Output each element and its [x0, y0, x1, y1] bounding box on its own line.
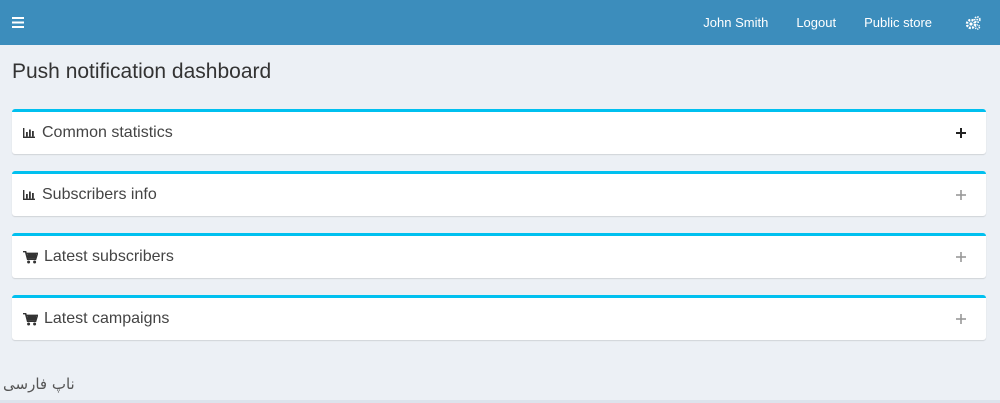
sidebar-toggle-button[interactable] — [0, 0, 36, 45]
cart-icon — [22, 250, 38, 264]
user-name-link[interactable]: John Smith — [689, 0, 782, 45]
expand-plus-icon[interactable] — [954, 126, 968, 140]
expand-plus-icon[interactable] — [954, 188, 968, 202]
expand-plus-icon[interactable] — [954, 312, 968, 326]
box-common-statistics[interactable]: Common statistics — [12, 109, 986, 154]
box-latest-campaigns[interactable]: Latest campaigns — [12, 295, 986, 340]
bar-chart-icon — [22, 190, 36, 200]
box-title: Common statistics — [42, 124, 173, 141]
bar-chart-icon — [22, 128, 36, 138]
gears-icon — [965, 15, 981, 30]
box-latest-subscribers[interactable]: Latest subscribers — [12, 233, 986, 278]
expand-plus-icon[interactable] — [954, 250, 968, 264]
hamburger-icon — [12, 17, 24, 28]
box-title: Subscribers info — [42, 186, 157, 203]
watermark-text: ناپ فارسی — [3, 375, 75, 393]
cart-icon — [22, 312, 38, 326]
logout-link[interactable]: Logout — [782, 0, 850, 45]
page-title: Push notification dashboard — [12, 60, 272, 83]
box-subscribers-info[interactable]: Subscribers info — [12, 171, 986, 216]
navbar-right-menu: John Smith Logout Public store — [689, 0, 1000, 45]
top-navbar: John Smith Logout Public store — [0, 0, 1000, 45]
settings-button[interactable] — [946, 0, 1000, 45]
public-store-link[interactable]: Public store — [850, 0, 946, 45]
box-title: Latest campaigns — [44, 310, 170, 327]
box-title: Latest subscribers — [44, 248, 174, 265]
